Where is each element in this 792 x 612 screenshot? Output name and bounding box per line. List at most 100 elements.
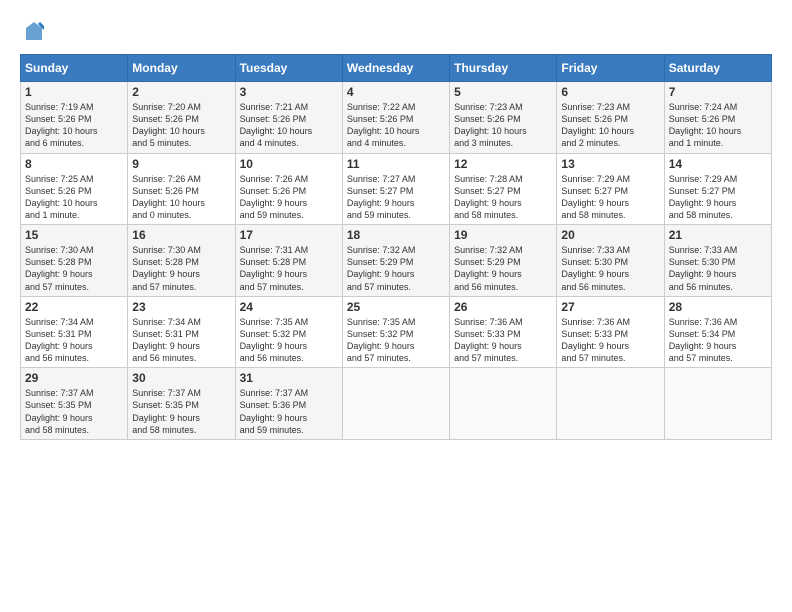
calendar-cell: 2Sunrise: 7:20 AM Sunset: 5:26 PM Daylig…: [128, 82, 235, 154]
calendar-cell: 9 Sunrise: 7:26 AM Sunset: 5:26 PM Daylig…: [128, 153, 235, 225]
day-info: Sunrise: 7:37 AM Sunset: 5:35 PM Dayligh…: [25, 387, 123, 436]
day-number: 11: [347, 157, 445, 171]
calendar-header-tuesday: Tuesday: [235, 55, 342, 82]
calendar-cell: 13Sunrise: 7:29 AM Sunset: 5:27 PM Dayli…: [557, 153, 664, 225]
calendar-cell: 26 Sunrise: 7:36 AM Sunset: 5:33 PM Dayli…: [450, 296, 557, 368]
day-number: 12: [454, 157, 552, 171]
day-info: Sunrise: 7:29 AM Sunset: 5:27 PM Dayligh…: [669, 173, 767, 222]
day-number: 20: [561, 228, 659, 242]
calendar-cell: 22 Sunrise: 7:34 AM Sunset: 5:31 PM Dayli…: [21, 296, 128, 368]
day-number: 19: [454, 228, 552, 242]
calendar-header-friday: Friday: [557, 55, 664, 82]
day-info: Sunrise: 7:35 AM Sunset: 5:32 PM Dayligh…: [240, 316, 338, 365]
day-number: 4: [347, 85, 445, 99]
day-info: Sunrise: 7:30 AM Sunset: 5:28 PM Dayligh…: [132, 244, 230, 293]
day-info: Sunrise: 7:30 AM Sunset: 5:28 PM Dayligh…: [25, 244, 123, 293]
day-number: 5: [454, 85, 552, 99]
day-info: Sunrise: 7:21 AM Sunset: 5:26 PM Dayligh…: [240, 101, 338, 150]
day-info: Sunrise: 7:35 AM Sunset: 5:32 PM Dayligh…: [347, 316, 445, 365]
calendar-cell: 1 Sunrise: 7:19 AM Sunset: 5:26 PM Daylig…: [21, 82, 128, 154]
calendar-cell: 15 Sunrise: 7:30 AM Sunset: 5:28 PM Dayli…: [21, 225, 128, 297]
day-number: 16: [132, 228, 230, 242]
calendar-cell: 18 Sunrise: 7:32 AM Sunset: 5:29 PM Dayli…: [342, 225, 449, 297]
day-info: Sunrise: 7:33 AM Sunset: 5:30 PM Dayligh…: [669, 244, 767, 293]
day-number: 9: [132, 157, 230, 171]
day-number: 29: [25, 371, 123, 385]
day-number: 25: [347, 300, 445, 314]
day-info: Sunrise: 7:27 AM Sunset: 5:27 PM Dayligh…: [347, 173, 445, 222]
day-info: Sunrise: 7:26 AM Sunset: 5:26 PM Dayligh…: [132, 173, 230, 222]
day-info: Sunrise: 7:33 AM Sunset: 5:30 PM Dayligh…: [561, 244, 659, 293]
day-number: 22: [25, 300, 123, 314]
day-info: Sunrise: 7:24 AM Sunset: 5:26 PM Dayligh…: [669, 101, 767, 150]
calendar-table: SundayMondayTuesdayWednesdayThursdayFrid…: [20, 54, 772, 440]
day-number: 3: [240, 85, 338, 99]
day-number: 7: [669, 85, 767, 99]
calendar-cell: 28 Sunrise: 7:36 AM Sunset: 5:34 PM Dayli…: [664, 296, 771, 368]
day-number: 28: [669, 300, 767, 314]
day-number: 8: [25, 157, 123, 171]
calendar-cell: 5 Sunrise: 7:23 AM Sunset: 5:26 PM Daylig…: [450, 82, 557, 154]
day-number: 27: [561, 300, 659, 314]
calendar-cell: [342, 368, 449, 440]
day-number: 2: [132, 85, 230, 99]
calendar-cell: 11 Sunrise: 7:27 AM Sunset: 5:27 PM Dayli…: [342, 153, 449, 225]
calendar-cell: 19Sunrise: 7:32 AM Sunset: 5:29 PM Dayli…: [450, 225, 557, 297]
calendar-cell: 29 Sunrise: 7:37 AM Sunset: 5:35 PM Dayli…: [21, 368, 128, 440]
day-info: Sunrise: 7:34 AM Sunset: 5:31 PM Dayligh…: [25, 316, 123, 365]
day-number: 1: [25, 85, 123, 99]
day-info: Sunrise: 7:23 AM Sunset: 5:26 PM Dayligh…: [454, 101, 552, 150]
calendar-cell: 8Sunrise: 7:25 AM Sunset: 5:26 PM Daylig…: [21, 153, 128, 225]
day-info: Sunrise: 7:26 AM Sunset: 5:26 PM Dayligh…: [240, 173, 338, 222]
day-info: Sunrise: 7:28 AM Sunset: 5:27 PM Dayligh…: [454, 173, 552, 222]
calendar-header-thursday: Thursday: [450, 55, 557, 82]
calendar-week-2: 8Sunrise: 7:25 AM Sunset: 5:26 PM Daylig…: [21, 153, 772, 225]
calendar-cell: [664, 368, 771, 440]
calendar-cell: 21 Sunrise: 7:33 AM Sunset: 5:30 PM Dayli…: [664, 225, 771, 297]
day-info: Sunrise: 7:37 AM Sunset: 5:36 PM Dayligh…: [240, 387, 338, 436]
day-info: Sunrise: 7:37 AM Sunset: 5:35 PM Dayligh…: [132, 387, 230, 436]
day-number: 6: [561, 85, 659, 99]
calendar-cell: 4 Sunrise: 7:22 AM Sunset: 5:26 PM Daylig…: [342, 82, 449, 154]
calendar-cell: 14 Sunrise: 7:29 AM Sunset: 5:27 PM Dayli…: [664, 153, 771, 225]
calendar-cell: 6Sunrise: 7:23 AM Sunset: 5:26 PM Daylig…: [557, 82, 664, 154]
day-number: 31: [240, 371, 338, 385]
calendar-cell: 12 Sunrise: 7:28 AM Sunset: 5:27 PM Dayli…: [450, 153, 557, 225]
day-info: Sunrise: 7:36 AM Sunset: 5:34 PM Dayligh…: [669, 316, 767, 365]
calendar-cell: [450, 368, 557, 440]
day-number: 30: [132, 371, 230, 385]
day-info: Sunrise: 7:31 AM Sunset: 5:28 PM Dayligh…: [240, 244, 338, 293]
day-number: 13: [561, 157, 659, 171]
calendar-cell: 30 Sunrise: 7:37 AM Sunset: 5:35 PM Dayli…: [128, 368, 235, 440]
day-number: 15: [25, 228, 123, 242]
day-number: 21: [669, 228, 767, 242]
day-number: 26: [454, 300, 552, 314]
day-number: 14: [669, 157, 767, 171]
day-info: Sunrise: 7:36 AM Sunset: 5:33 PM Dayligh…: [561, 316, 659, 365]
day-number: 18: [347, 228, 445, 242]
calendar-header-saturday: Saturday: [664, 55, 771, 82]
page-header: [20, 20, 772, 44]
day-info: Sunrise: 7:34 AM Sunset: 5:31 PM Dayligh…: [132, 316, 230, 365]
calendar-cell: 25 Sunrise: 7:35 AM Sunset: 5:32 PM Dayli…: [342, 296, 449, 368]
day-number: 17: [240, 228, 338, 242]
logo-icon: [22, 20, 46, 44]
day-info: Sunrise: 7:36 AM Sunset: 5:33 PM Dayligh…: [454, 316, 552, 365]
day-info: Sunrise: 7:22 AM Sunset: 5:26 PM Dayligh…: [347, 101, 445, 150]
calendar-header-monday: Monday: [128, 55, 235, 82]
calendar-header-sunday: Sunday: [21, 55, 128, 82]
calendar-cell: 24 Sunrise: 7:35 AM Sunset: 5:32 PM Dayli…: [235, 296, 342, 368]
calendar-cell: 20 Sunrise: 7:33 AM Sunset: 5:30 PM Dayli…: [557, 225, 664, 297]
calendar-cell: 17 Sunrise: 7:31 AM Sunset: 5:28 PM Dayli…: [235, 225, 342, 297]
day-number: 24: [240, 300, 338, 314]
logo: [20, 20, 46, 44]
calendar-cell: 16 Sunrise: 7:30 AM Sunset: 5:28 PM Dayli…: [128, 225, 235, 297]
day-info: Sunrise: 7:32 AM Sunset: 5:29 PM Dayligh…: [347, 244, 445, 293]
calendar-cell: 31 Sunrise: 7:37 AM Sunset: 5:36 PM Dayli…: [235, 368, 342, 440]
day-number: 23: [132, 300, 230, 314]
calendar-cell: 10Sunrise: 7:26 AM Sunset: 5:26 PM Dayli…: [235, 153, 342, 225]
calendar-cell: [557, 368, 664, 440]
day-info: Sunrise: 7:19 AM Sunset: 5:26 PM Dayligh…: [25, 101, 123, 150]
calendar-week-5: 29 Sunrise: 7:37 AM Sunset: 5:35 PM Dayli…: [21, 368, 772, 440]
calendar-cell: 3 Sunrise: 7:21 AM Sunset: 5:26 PM Daylig…: [235, 82, 342, 154]
